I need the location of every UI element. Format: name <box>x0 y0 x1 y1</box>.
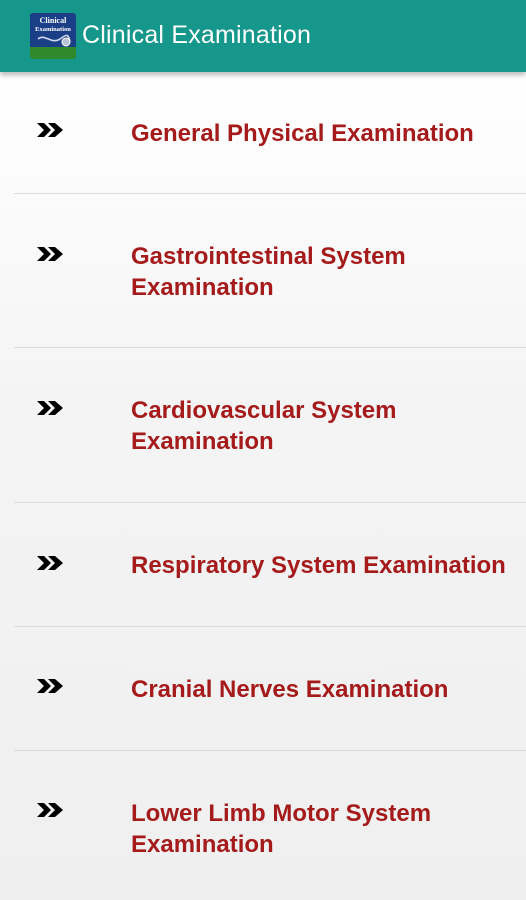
double-chevron-right-icon <box>37 401 63 415</box>
clinical-examination-app-icon: Clinical Examination <box>30 13 76 59</box>
list-item-label: Gastrointestinal System Examination <box>131 243 406 301</box>
list-item[interactable]: Cranial Nerves Examination <box>0 627 526 751</box>
list-item-label: Cardiovascular System Examination <box>131 397 397 455</box>
list-item[interactable]: General Physical Examination <box>0 72 526 194</box>
double-chevron-right-icon <box>37 803 63 817</box>
app-title: Clinical Examination <box>82 21 312 49</box>
list-item[interactable]: Lower Limb Motor System Examination <box>0 751 526 900</box>
double-chevron-right-icon <box>37 123 63 137</box>
list-item[interactable]: Cardiovascular System Examination <box>0 348 526 503</box>
list-item-label: Lower Limb Motor System Examination <box>131 800 432 858</box>
icon-text-line2: Examination <box>35 26 71 33</box>
list-item-label: Respiratory System Examination <box>131 552 506 579</box>
examination-list: General Physical Examination Gastrointest… <box>0 72 526 900</box>
list-item[interactable]: Gastrointestinal System Examination <box>0 194 526 348</box>
list-item-label: General Physical Examination <box>131 120 474 147</box>
list-item[interactable]: Respiratory System Examination <box>0 503 526 627</box>
double-chevron-right-icon <box>37 247 63 261</box>
list-item-label: Cranial Nerves Examination <box>131 676 449 703</box>
icon-text-line1: Clinical <box>40 16 67 25</box>
double-chevron-right-icon <box>37 556 63 570</box>
app-bar: Clinical Examination Clinical Examinatio… <box>0 0 526 72</box>
double-chevron-right-icon <box>37 679 63 693</box>
app-screen: Clinical Examination Clinical Examinatio… <box>0 0 526 900</box>
